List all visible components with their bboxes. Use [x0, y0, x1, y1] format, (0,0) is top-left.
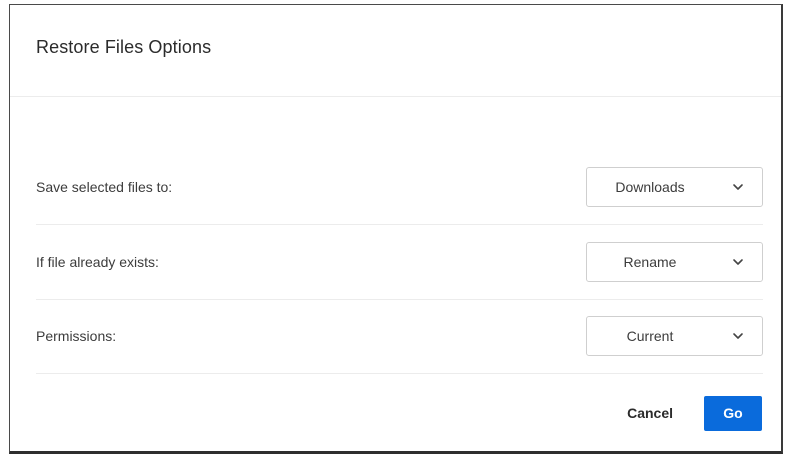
save-location-select[interactable]: Downloads	[586, 166, 763, 207]
permissions-value: Current	[626, 327, 674, 344]
dialog-header: Restore Files Options	[10, 5, 781, 97]
row-save-location: Save selected files to: Downloads	[36, 149, 763, 225]
file-exists-select[interactable]: Rename	[586, 241, 763, 282]
row-file-exists: If file already exists: Rename	[36, 224, 763, 300]
permissions-label: Permissions:	[36, 327, 117, 344]
dialog-title: Restore Files Options	[36, 37, 212, 57]
file-exists-value: Rename	[623, 253, 677, 270]
permissions-select[interactable]: Current	[586, 315, 763, 356]
dialog-footer: Cancel Go	[10, 373, 781, 453]
chevron-down-icon	[733, 332, 743, 339]
cancel-button[interactable]: Cancel	[623, 395, 677, 431]
restore-files-dialog: Restore Files Options Save selected file…	[9, 4, 783, 454]
save-location-value: Downloads	[615, 178, 685, 195]
chevron-down-icon	[733, 258, 743, 265]
chevron-down-icon	[733, 183, 743, 190]
row-permissions: Permissions: Current	[36, 298, 763, 374]
save-location-label: Save selected files to:	[36, 178, 173, 195]
file-exists-label: If file already exists:	[36, 253, 159, 270]
go-button[interactable]: Go	[704, 396, 762, 431]
